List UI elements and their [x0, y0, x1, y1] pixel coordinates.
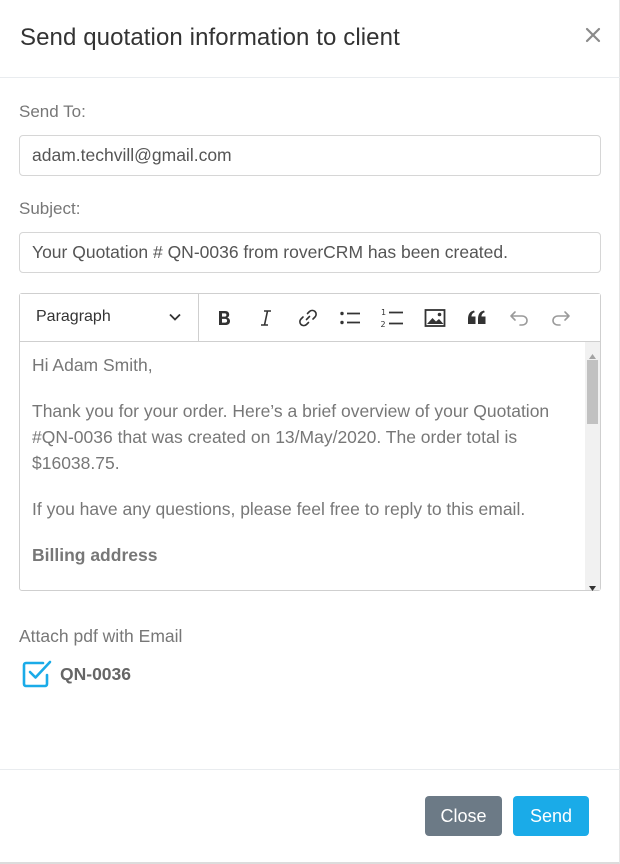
send-to-input[interactable]	[19, 135, 601, 176]
send-to-label: Send To:	[19, 102, 86, 121]
undo-icon[interactable]	[504, 304, 534, 332]
attachment-file-name: QN-0036	[60, 664, 132, 684]
modal-footer: Close Send	[0, 769, 620, 862]
svg-text:2: 2	[381, 320, 386, 329]
attach-pdf-label: Attach pdf with Email	[19, 626, 183, 646]
redo-icon[interactable]	[546, 304, 576, 332]
bold-icon[interactable]	[209, 304, 239, 332]
close-icon[interactable]	[582, 24, 604, 46]
scroll-down-arrow-icon[interactable]	[589, 578, 596, 596]
blockquote-icon[interactable]	[462, 304, 492, 332]
close-button[interactable]: Close	[425, 796, 502, 836]
modal-title: Send quotation information to client	[20, 24, 400, 51]
scrollbar-thumb[interactable]	[587, 360, 598, 424]
editor-scrollbar[interactable]	[585, 342, 600, 591]
body-paragraph-1: Thank you for your order. Here’s a brief…	[32, 401, 550, 473]
link-icon[interactable]	[293, 304, 323, 332]
send-button[interactable]: Send	[513, 796, 589, 836]
send-quotation-modal: Send quotation information to client Sen…	[0, 0, 620, 864]
image-icon[interactable]	[420, 304, 450, 332]
billing-address-heading: Billing address	[32, 545, 158, 565]
rich-text-editor: Paragraph 12 Hi Adam Smith, Thank you fo…	[19, 293, 601, 591]
paragraph-format-label: Paragraph	[36, 308, 111, 325]
chevron-down-icon	[168, 310, 182, 329]
numbered-list-icon[interactable]: 12	[377, 304, 407, 332]
body-paragraph-2: If you have any questions, please feel f…	[32, 499, 526, 519]
greeting-text: Hi Adam Smith,	[32, 355, 153, 375]
paragraph-format-dropdown[interactable]: Paragraph	[20, 294, 199, 341]
bulleted-list-icon[interactable]	[335, 304, 365, 332]
italic-icon[interactable]	[251, 304, 281, 332]
editor-content[interactable]: Hi Adam Smith, Thank you for your order.…	[20, 342, 585, 590]
editor-toolbar: Paragraph 12	[20, 294, 600, 342]
svg-text:1: 1	[381, 308, 386, 317]
attach-pdf-checkbox[interactable]	[21, 657, 53, 689]
subject-label: Subject:	[19, 199, 81, 218]
modal-header: Send quotation information to client	[0, 0, 620, 78]
subject-input[interactable]	[19, 232, 601, 273]
